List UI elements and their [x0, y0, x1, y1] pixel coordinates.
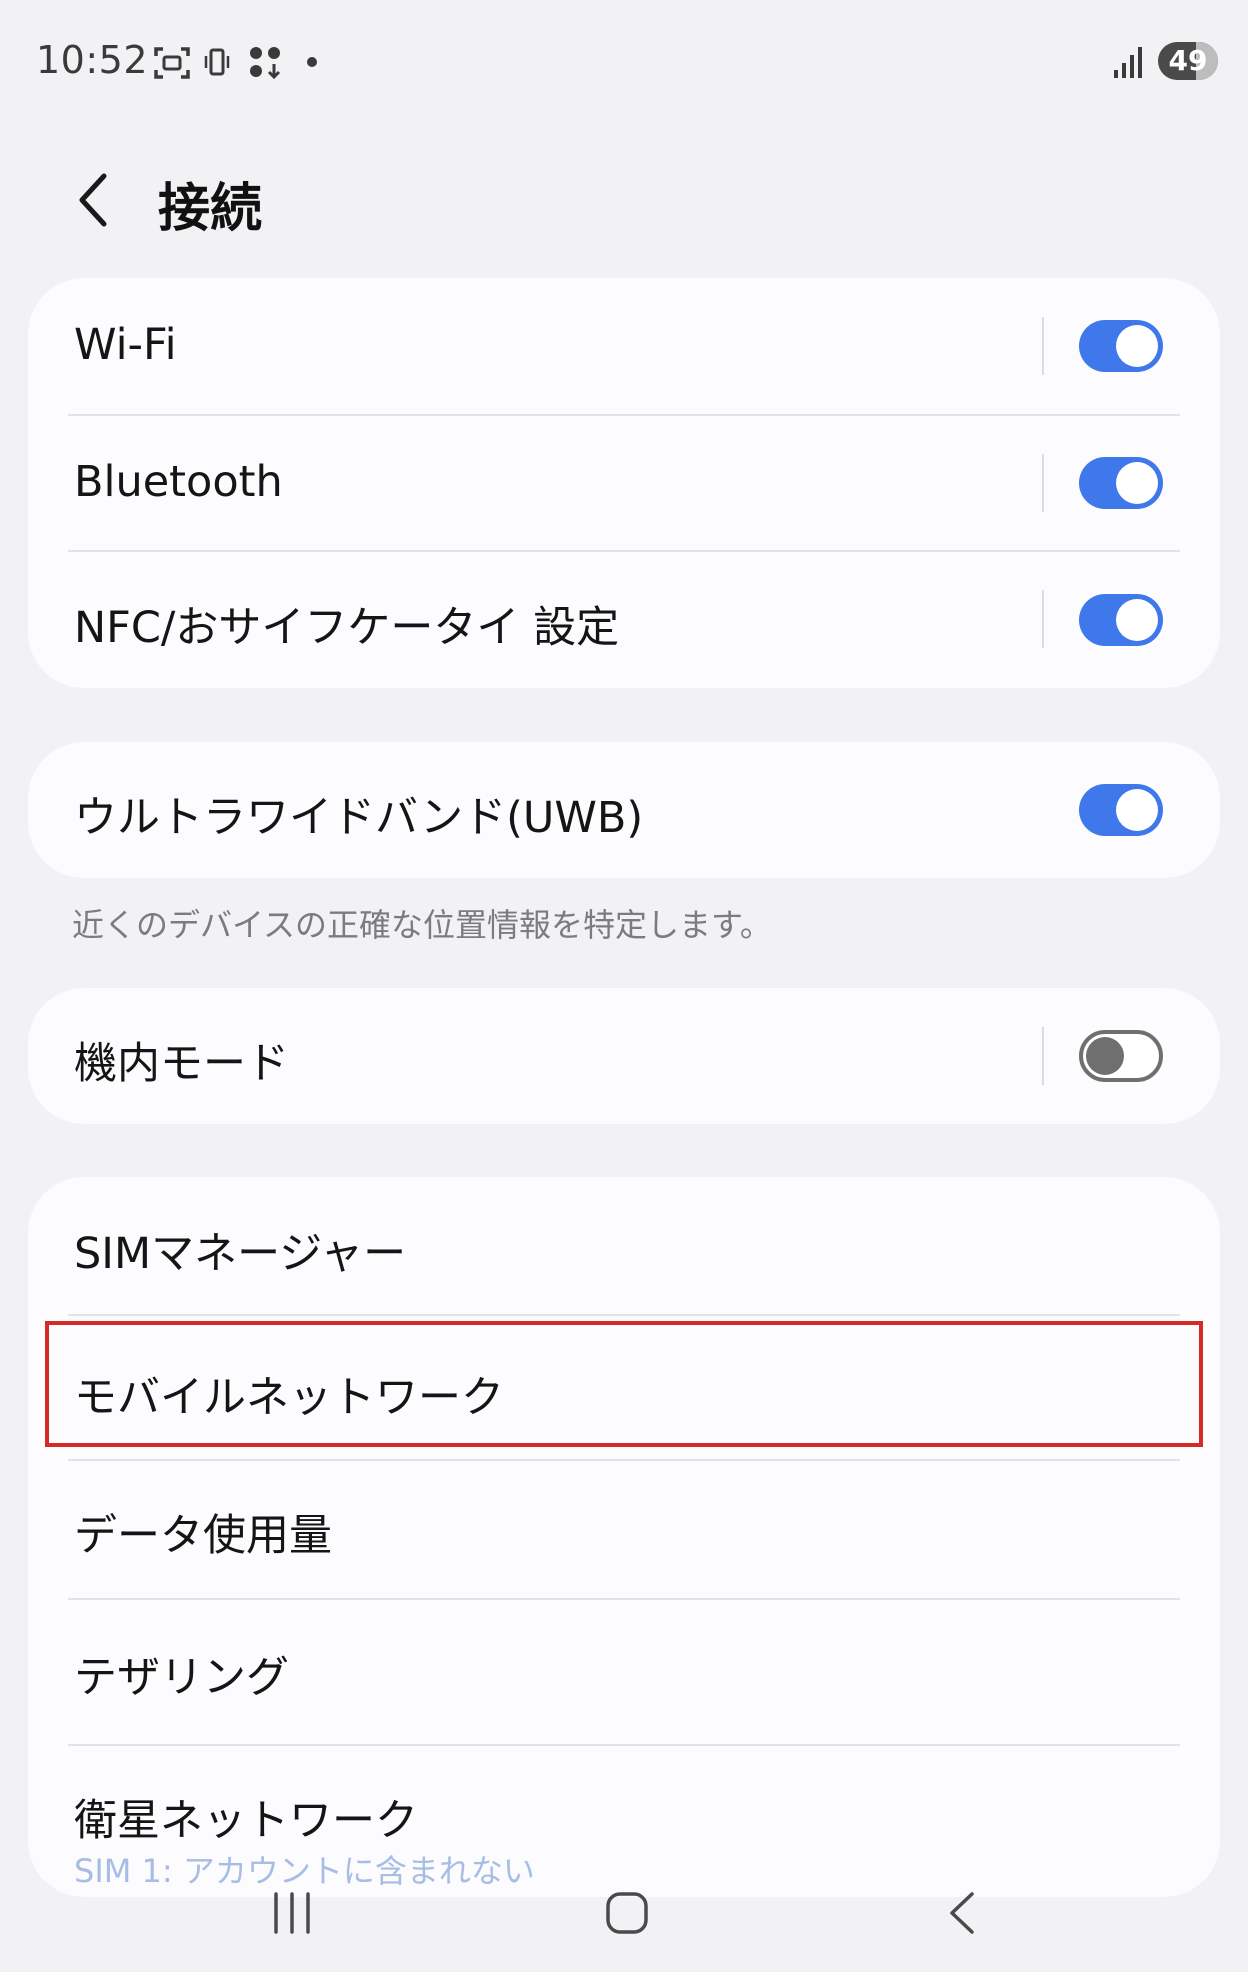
uwb-card: ウルトラワイドバンド(UWB) [28, 742, 1220, 878]
wifi-label: Wi-Fi [74, 320, 177, 370]
airplane-toggle[interactable] [1079, 1030, 1163, 1082]
connections-card: Wi-Fi Bluetooth NFC/おサイフケータイ 設定 [28, 278, 1220, 688]
selection-highlight [45, 1321, 1203, 1447]
network-card: SIMマネージャー モバイルネットワーク データ使用量 テザリング 衛星ネットワ… [28, 1177, 1220, 1897]
back-icon[interactable] [944, 1888, 980, 1938]
home-icon[interactable] [604, 1888, 650, 1938]
divider-vertical [1042, 1027, 1044, 1085]
app-download-icon [250, 47, 281, 80]
tethering-row[interactable]: テザリング [28, 1600, 1220, 1744]
satellite-network-subtitle: SIM 1: アカウントに含まれない [74, 1852, 535, 1890]
signal-icon [1114, 47, 1142, 78]
screenshot-icon [154, 47, 190, 79]
data-usage-row[interactable]: データ使用量 [28, 1461, 1220, 1595]
airplane-label: 機内モード [74, 1039, 289, 1089]
status-time: 10:52 [36, 38, 149, 82]
satellite-network-row[interactable]: 衛星ネットワーク SIM 1: アカウントに含まれない [28, 1746, 1220, 1897]
uwb-toggle[interactable] [1079, 784, 1163, 836]
sim-manager-row[interactable]: SIMマネージャー [28, 1177, 1220, 1314]
bluetooth-label: Bluetooth [74, 457, 283, 507]
battery-icon: 49 [1158, 42, 1218, 80]
divider-vertical [1042, 317, 1044, 375]
uwb-label: ウルトラワイドバンド(UWB) [74, 793, 644, 843]
airplane-row[interactable]: 機内モード [28, 988, 1220, 1124]
divider-vertical [1042, 454, 1044, 512]
tethering-label: テザリング [74, 1653, 289, 1703]
airplane-card: 機内モード [28, 988, 1220, 1124]
recent-apps-icon[interactable] [268, 1888, 316, 1938]
bluetooth-toggle[interactable] [1079, 457, 1163, 509]
divider-vertical [1042, 590, 1044, 648]
nfc-toggle[interactable] [1079, 594, 1163, 646]
battery-level: 49 [1168, 44, 1208, 77]
nfc-label: NFC/おサイフケータイ 設定 [74, 603, 620, 653]
wifi-toggle[interactable] [1079, 320, 1163, 372]
satellite-network-label: 衛星ネットワーク [74, 1796, 418, 1846]
notification-dot-icon [307, 57, 317, 67]
bluetooth-row[interactable]: Bluetooth [28, 416, 1220, 550]
page-title: 接続 [158, 179, 263, 239]
back-arrow-icon[interactable] [70, 170, 120, 230]
uwb-description: 近くのデバイスの正確な位置情報を特定します。 [72, 906, 772, 944]
nfc-row[interactable]: NFC/おサイフケータイ 設定 [28, 552, 1220, 688]
phone-vibrate-icon [204, 48, 230, 76]
status-bar: 10:52 49 [0, 0, 1248, 120]
data-usage-label: データ使用量 [74, 1511, 332, 1561]
sim-manager-label: SIMマネージャー [74, 1229, 407, 1279]
uwb-row[interactable]: ウルトラワイドバンド(UWB) [28, 742, 1220, 878]
wifi-row[interactable]: Wi-Fi [28, 278, 1220, 414]
